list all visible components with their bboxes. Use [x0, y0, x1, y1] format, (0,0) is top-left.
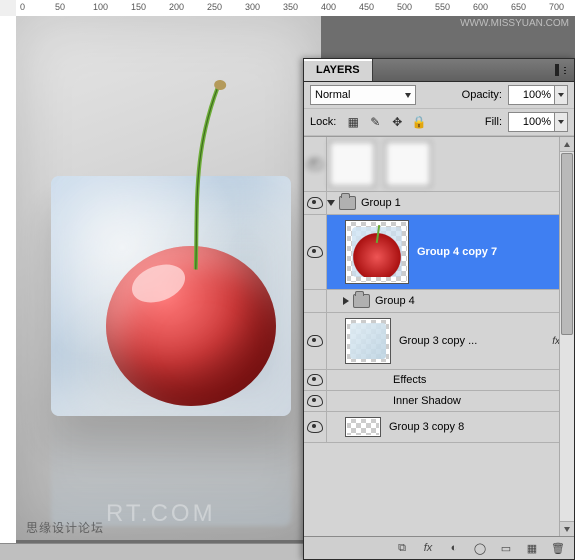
layer-style-icon[interactable]: fx — [420, 540, 436, 556]
ruler-horizontal[interactable]: 0 50 100 150 200 250 300 350 400 450 500… — [16, 0, 575, 17]
layer-name: Group 3 copy 8 — [389, 421, 464, 433]
ruler-tick: 550 — [435, 2, 450, 12]
tab-layers[interactable]: LAYERS — [304, 59, 373, 81]
watermark-art: RT.COM — [106, 500, 216, 528]
scrollbar[interactable] — [559, 137, 574, 536]
artwork: 思缘设计论坛 RT.COM — [16, 16, 321, 540]
ruler-tick: 50 — [55, 2, 65, 12]
layers-list: Group 1 Group 4 copy 7 Group 4 Group 3 c… — [304, 136, 574, 536]
ruler-tick: 200 — [169, 2, 184, 12]
layer-mask-icon[interactable]: ◐ — [446, 540, 462, 556]
layer-row-hidden[interactable] — [304, 137, 574, 192]
layer-row-g3copy8[interactable]: Group 3 copy 8 — [304, 412, 574, 443]
panel-menu-button[interactable] — [546, 59, 574, 81]
visibility-toggle[interactable] — [307, 395, 323, 407]
ruler-tick: 400 — [321, 2, 336, 12]
ruler-tick: 700 — [549, 2, 564, 12]
ruler-origin[interactable] — [0, 0, 17, 17]
effects-row[interactable]: Effects — [304, 370, 574, 391]
layer-thumbnail[interactable] — [345, 220, 409, 284]
folder-icon — [339, 196, 356, 210]
lock-pixels-icon[interactable]: ✎ — [368, 115, 382, 129]
ruler-tick: 250 — [207, 2, 222, 12]
effects-label: Effects — [327, 374, 426, 386]
blend-mode-select[interactable]: Normal — [310, 85, 416, 105]
ruler-vertical[interactable] — [0, 16, 17, 544]
ruler-tick: 100 — [93, 2, 108, 12]
lock-position-icon[interactable]: ✥ — [390, 115, 404, 129]
ruler-tick: 300 — [245, 2, 260, 12]
ruler-tick: 650 — [511, 2, 526, 12]
lock-all-icon[interactable]: 🔒 — [412, 115, 426, 129]
ruler-tick: 450 — [359, 2, 374, 12]
lock-fill-row: Lock: ▦ ✎ ✥ 🔒 Fill: — [304, 109, 574, 136]
fill-label: Fill: — [485, 116, 502, 128]
adjustment-layer-icon[interactable]: ◯ — [472, 540, 488, 556]
opacity-field[interactable] — [508, 85, 555, 105]
visibility-toggle[interactable] — [307, 374, 323, 386]
fill-spinner[interactable] — [555, 112, 568, 132]
visibility-toggle[interactable] — [307, 197, 323, 209]
delete-layer-icon[interactable]: 🗑 — [550, 540, 566, 556]
visibility-toggle[interactable] — [307, 335, 323, 347]
blend-mode-value: Normal — [315, 89, 350, 101]
ruler-tick: 600 — [473, 2, 488, 12]
layer-thumbnail — [385, 141, 431, 187]
visibility-toggle[interactable] — [307, 246, 323, 258]
layer-name: Group 4 copy 7 — [417, 246, 497, 258]
effect-innershadow-row[interactable]: Inner Shadow — [304, 391, 574, 412]
layer-name: Group 4 — [375, 295, 415, 307]
fill-input[interactable] — [508, 113, 568, 131]
ruler-tick: 350 — [283, 2, 298, 12]
opacity-spinner[interactable] — [555, 85, 568, 105]
visibility-toggle[interactable] — [307, 421, 323, 433]
layer-thumbnail[interactable] — [345, 318, 391, 364]
disclosure-triangle[interactable] — [327, 200, 335, 206]
opacity-input[interactable] — [508, 86, 568, 104]
scroll-grip[interactable] — [561, 153, 573, 335]
lock-transparency-icon[interactable]: ▦ — [346, 115, 360, 129]
ruler-tick: 0 — [20, 2, 25, 12]
layer-row-selected[interactable]: Group 4 copy 7 — [304, 215, 574, 290]
cherry — [106, 246, 276, 406]
blend-opacity-row: Normal Opacity: — [304, 82, 574, 109]
scroll-down-button[interactable] — [560, 521, 574, 536]
layer-name: Group 3 copy ... — [399, 335, 477, 347]
panel-footer: ⧉ fx ◐ ◯ ▭ ▦ 🗑 — [304, 536, 574, 559]
effect-name: Inner Shadow — [327, 395, 461, 407]
layer-thumbnail[interactable] — [345, 417, 381, 437]
folder-icon — [353, 294, 370, 308]
new-layer-icon[interactable]: ▦ — [524, 540, 540, 556]
lock-label: Lock: — [310, 116, 336, 128]
visibility-toggle[interactable] — [307, 158, 323, 170]
layers-panel: LAYERS Normal Opacity: Lock: ▦ ✎ ✥ 🔒 Fil… — [303, 58, 575, 560]
layer-thumbnail — [329, 141, 375, 187]
scroll-up-button[interactable] — [560, 137, 574, 152]
layer-row-g3copy[interactable]: Group 3 copy ... fx — [304, 313, 574, 370]
layer-name: Group 1 — [361, 197, 401, 209]
new-group-icon[interactable]: ▭ — [498, 540, 514, 556]
layer-row-group1[interactable]: Group 1 — [304, 192, 574, 215]
watermark-url: WWW.MISSYUAN.COM — [460, 18, 569, 29]
link-layers-icon[interactable]: ⧉ — [394, 540, 410, 556]
ruler-tick: 150 — [131, 2, 146, 12]
panel-tab-bar: LAYERS — [304, 59, 574, 82]
ruler-tick: 500 — [397, 2, 412, 12]
watermark-cn: 思缘设计论坛 — [26, 519, 104, 536]
opacity-label: Opacity: — [462, 89, 502, 101]
fill-field[interactable] — [508, 112, 555, 132]
disclosure-triangle[interactable] — [343, 297, 349, 305]
layer-row-group4[interactable]: Group 4 — [304, 290, 574, 313]
